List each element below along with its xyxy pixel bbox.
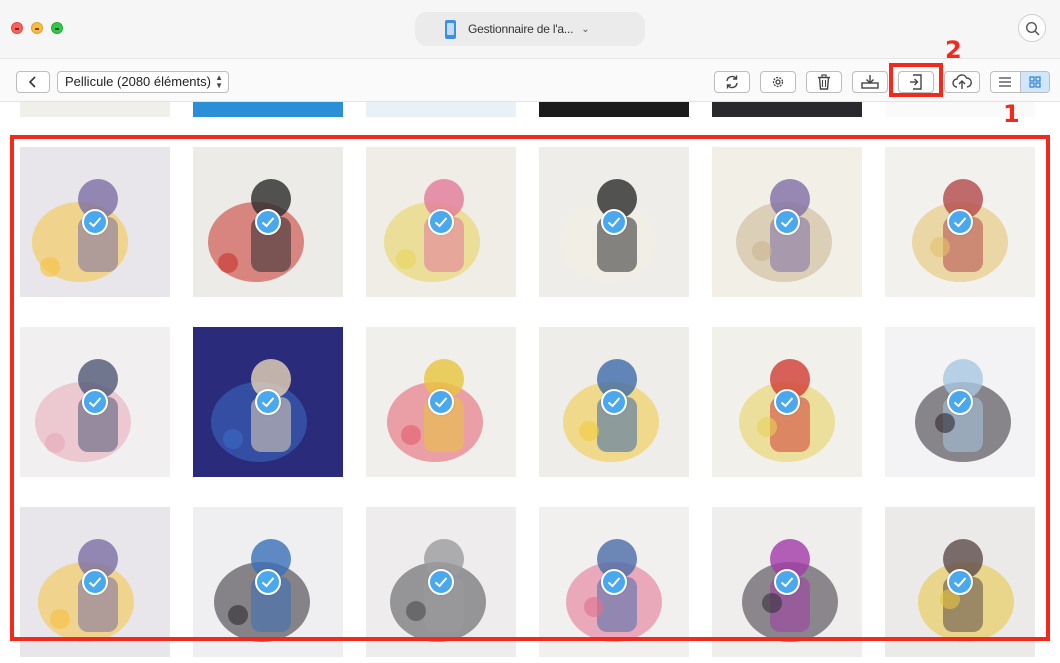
settings-icon bbox=[772, 76, 784, 88]
chevron-left-icon bbox=[28, 76, 36, 88]
photo-thumbnail-partial[interactable] bbox=[712, 102, 862, 117]
back-button[interactable] bbox=[16, 71, 50, 93]
minimize-window-button[interactable] bbox=[31, 22, 43, 34]
annotation-label-2: 2 bbox=[945, 36, 962, 64]
upload-cloud-icon bbox=[952, 74, 972, 89]
photo-thumbnail-partial[interactable] bbox=[366, 102, 516, 117]
list-view-icon bbox=[999, 77, 1012, 87]
search-button[interactable] bbox=[1018, 14, 1046, 42]
maximize-window-button[interactable] bbox=[51, 22, 63, 34]
refresh-button[interactable] bbox=[714, 71, 750, 93]
device-selector[interactable]: Gestionnaire de l'a... ⌄ bbox=[415, 12, 645, 46]
chevron-down-icon: ⌄ bbox=[581, 23, 590, 35]
upload-cloud-button[interactable] bbox=[944, 71, 980, 93]
annotation-button-box bbox=[889, 63, 943, 97]
refresh-icon bbox=[726, 75, 738, 89]
title-bar: Gestionnaire de l'a... ⌄ bbox=[0, 0, 1060, 58]
export-to-computer-button[interactable] bbox=[852, 71, 888, 93]
close-window-button[interactable] bbox=[11, 22, 23, 34]
photo-thumbnail-partial[interactable] bbox=[20, 102, 170, 117]
album-selector[interactable]: Pellicule (2080 éléments) ▲ ▼ bbox=[57, 71, 229, 93]
list-view-button[interactable] bbox=[991, 72, 1020, 92]
delete-button[interactable] bbox=[806, 71, 842, 93]
photo-thumbnail-partial[interactable] bbox=[193, 102, 343, 117]
search-icon bbox=[1025, 21, 1040, 36]
phone-icon bbox=[445, 19, 456, 39]
photo-thumbnail-partial[interactable] bbox=[539, 102, 689, 117]
grid-view-icon bbox=[1029, 76, 1041, 88]
settings-button[interactable] bbox=[760, 71, 796, 93]
annotation-label-1: 1 bbox=[1003, 100, 1020, 128]
export-to-computer-icon bbox=[861, 75, 879, 89]
annotation-selection-box bbox=[10, 135, 1050, 641]
updown-chevron-icon: ▲ ▼ bbox=[215, 73, 223, 90]
device-name: Gestionnaire de l'a... bbox=[468, 22, 574, 36]
view-mode-toggle bbox=[990, 71, 1050, 93]
album-label: Pellicule (2080 éléments) bbox=[65, 74, 211, 89]
grid-view-button[interactable] bbox=[1019, 72, 1049, 92]
trash-icon bbox=[818, 74, 830, 90]
